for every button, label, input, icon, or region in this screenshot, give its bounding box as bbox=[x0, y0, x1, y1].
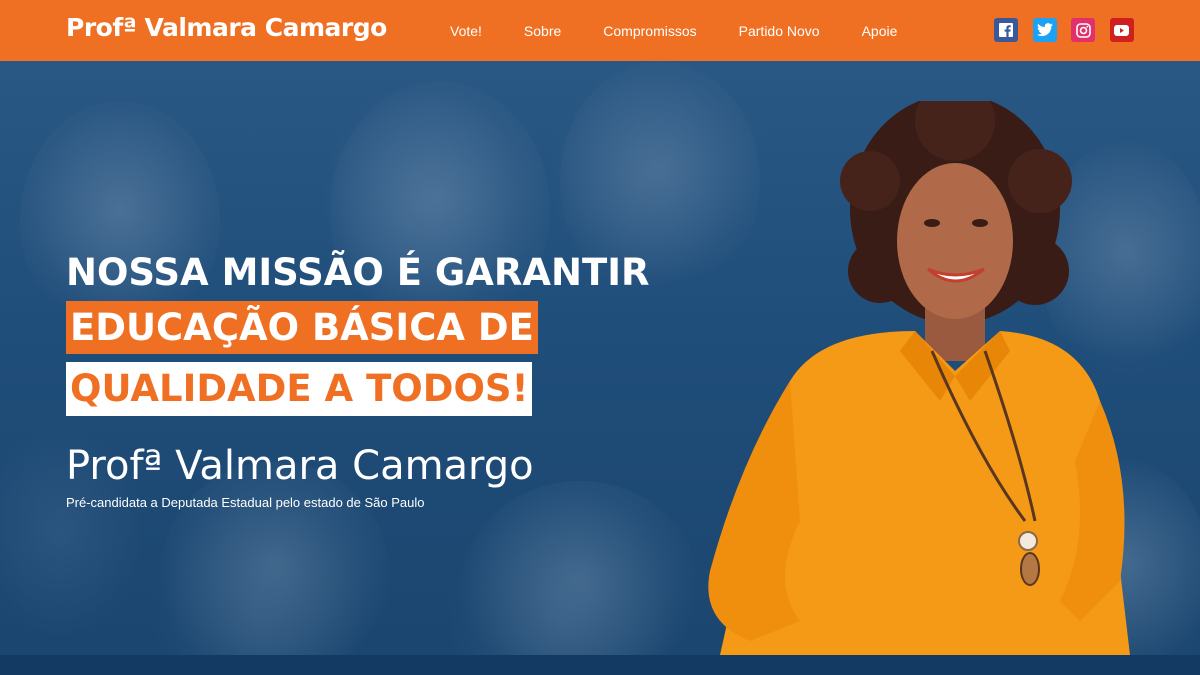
nav-link-sobre[interactable]: Sobre bbox=[524, 23, 561, 39]
social-links bbox=[994, 18, 1148, 42]
candidate-name: Profª Valmara Camargo bbox=[66, 443, 534, 489]
nav-link-compromissos[interactable]: Compromissos bbox=[603, 23, 696, 39]
background-crowd-shape bbox=[460, 481, 700, 655]
headline-line-2-highlight: EDUCAÇÃO BÁSICA DE bbox=[66, 301, 538, 354]
nav-link-vote[interactable]: Vote! bbox=[450, 23, 482, 39]
youtube-icon[interactable] bbox=[1109, 18, 1134, 42]
background-crowd-shape bbox=[160, 461, 390, 655]
main-nav: Vote! Sobre Compromissos Partido Novo Ap… bbox=[450, 0, 939, 61]
site-logo[interactable]: Profª Valmara Camargo bbox=[66, 13, 387, 42]
nav-link-partido-novo[interactable]: Partido Novo bbox=[739, 23, 820, 39]
headline-line-1: NOSSA MISSÃO É GARANTIR bbox=[66, 251, 650, 294]
candidate-subtitle: Pré-candidata a Deputada Estadual pelo e… bbox=[66, 495, 425, 510]
candidate-portrait bbox=[708, 101, 1130, 655]
facebook-icon[interactable] bbox=[994, 18, 1018, 42]
nav-link-apoie[interactable]: Apoie bbox=[862, 23, 898, 39]
hero-section: NOSSA MISSÃO É GARANTIR EDUCAÇÃO BÁSICA … bbox=[0, 61, 1200, 655]
hero-bottom-bar bbox=[0, 655, 1200, 675]
portrait-face bbox=[897, 163, 1013, 319]
twitter-icon[interactable] bbox=[1032, 18, 1057, 42]
site-header: Profª Valmara Camargo Vote! Sobre Compro… bbox=[0, 0, 1200, 61]
instagram-icon[interactable] bbox=[1071, 18, 1095, 42]
headline-line-3-highlight: QUALIDADE A TODOS! bbox=[66, 362, 533, 416]
